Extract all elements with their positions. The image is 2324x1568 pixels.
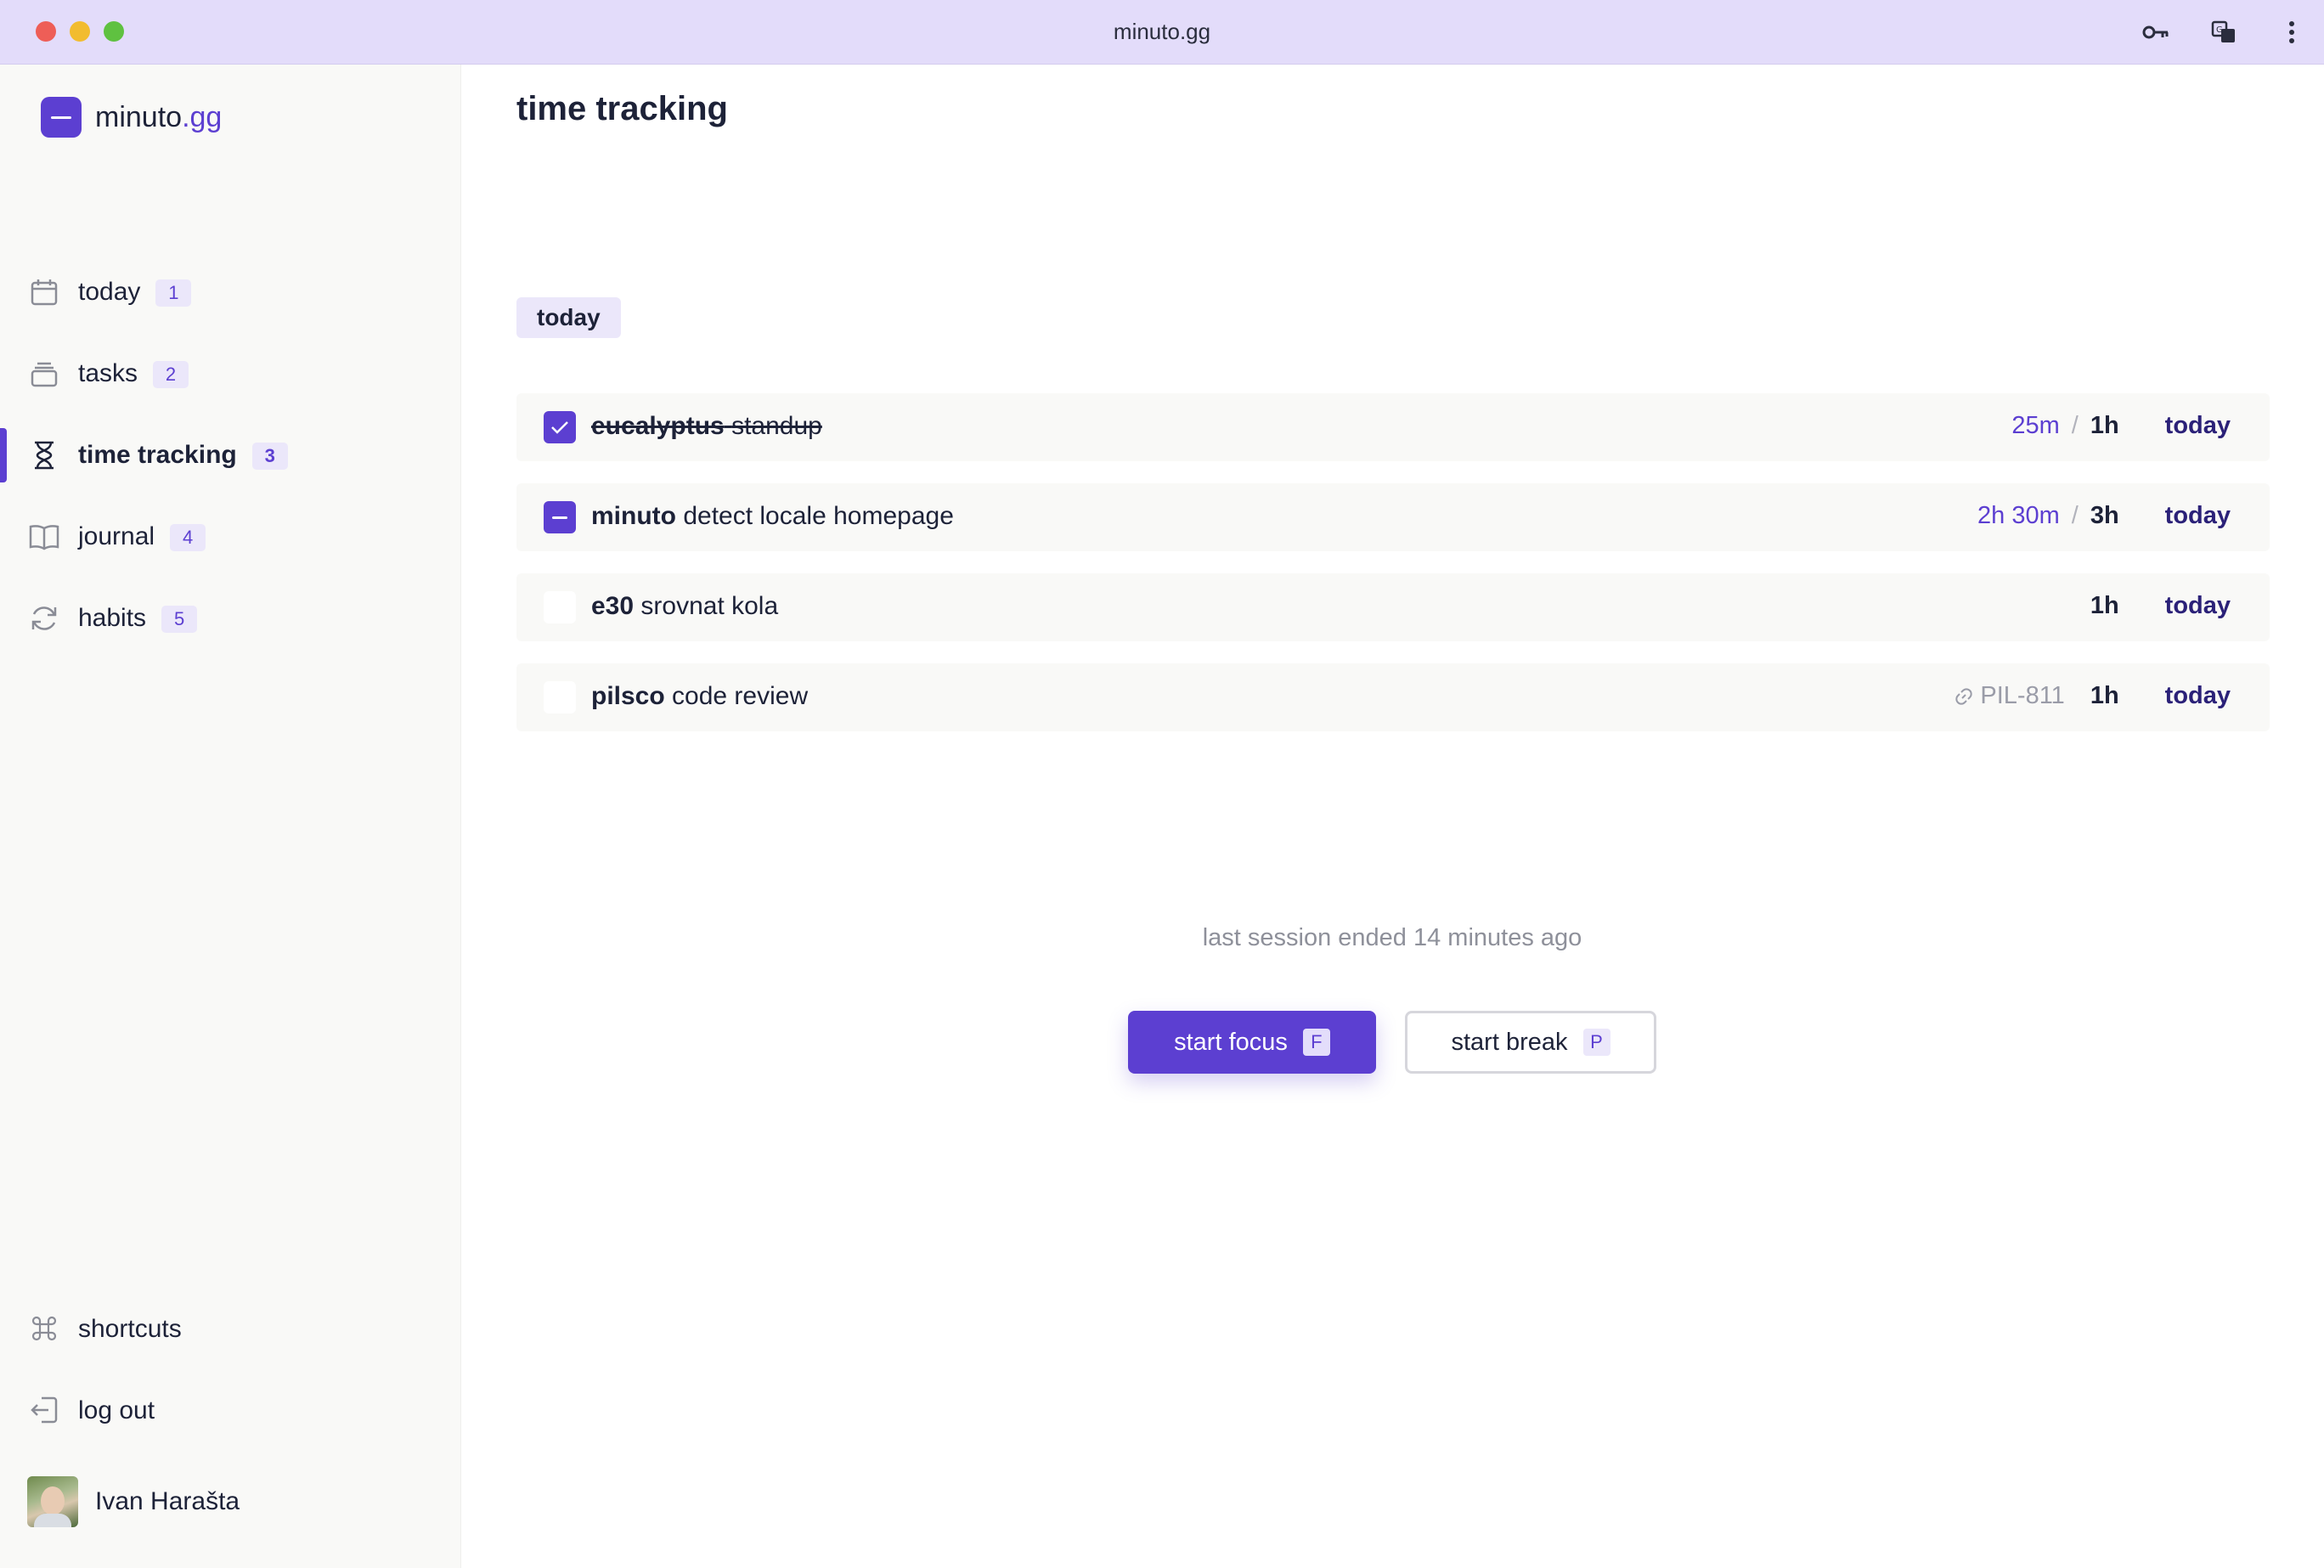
last-session-status: last session ended 14 minutes ago — [1202, 924, 1582, 951]
logout-link[interactable]: log out — [0, 1381, 460, 1441]
break-shortcut-key: P — [1582, 1029, 1610, 1056]
task-row[interactable]: e30 srovnat kola 1h today — [516, 573, 2270, 641]
sidebar-item-time-tracking[interactable]: time tracking 3 — [0, 421, 460, 489]
task-checkbox-in-progress[interactable] — [544, 501, 576, 533]
task-checkbox[interactable] — [544, 591, 576, 623]
sidebar-item-label: today — [78, 277, 141, 306]
time-estimate: 1h — [2090, 412, 2119, 439]
sidebar-item-label: tasks — [78, 358, 138, 387]
task-checkbox-done[interactable] — [544, 411, 576, 443]
logout-icon — [29, 1395, 59, 1425]
ticket-id: PIL-811 — [1980, 682, 2065, 709]
task-meta: 2h 30m / 3h today — [1977, 502, 2270, 530]
time-estimate: 1h — [2090, 592, 2119, 619]
task-project: eucalyptus — [591, 412, 725, 440]
time-separator: / — [2071, 502, 2079, 529]
time-estimate: 3h — [2090, 502, 2119, 529]
translate-icon[interactable]: G — [2208, 17, 2239, 48]
start-focus-button[interactable]: start focus F — [1128, 1011, 1376, 1074]
nav-badge: 3 — [251, 443, 288, 471]
command-icon — [29, 1313, 59, 1344]
time-estimate: 1h — [2090, 682, 2119, 709]
book-icon — [29, 520, 59, 554]
task-project: pilsco — [591, 682, 665, 710]
sidebar-item-label: time tracking — [78, 440, 237, 469]
task-due[interactable]: today — [2165, 412, 2231, 440]
calendar-icon — [29, 275, 59, 309]
page-title: time tracking — [516, 90, 728, 127]
brand-tld: .gg — [182, 100, 223, 133]
task-row[interactable]: pilsco code review PIL-811 1h today — [516, 663, 2270, 731]
sidebar: minuto .gg today 1 tasks 2 time tracking 3 j… — [0, 65, 461, 1568]
sidebar-item-today[interactable]: today 1 — [0, 258, 460, 326]
shortcuts-link[interactable]: shortcuts — [0, 1300, 460, 1359]
window-title: minuto.gg — [1113, 19, 1211, 44]
task-meta: 25m / 1h today — [2011, 412, 2270, 440]
task-name: standup — [731, 412, 822, 440]
task-due[interactable]: today — [2165, 592, 2231, 620]
nav-badge: 4 — [170, 524, 206, 552]
start-break-button[interactable]: start break P — [1405, 1011, 1656, 1074]
focus-shortcut-key: F — [1302, 1029, 1330, 1056]
task-title: eucalyptus standup — [591, 412, 822, 441]
task-name: code review — [672, 682, 809, 710]
link-icon — [1955, 687, 1973, 705]
user-name: Ivan Harašta — [95, 1487, 240, 1515]
task-due[interactable]: today — [2165, 682, 2231, 710]
task-name: srovnat kola — [640, 592, 779, 620]
task-title: minuto detect locale homepage — [591, 502, 954, 531]
start-focus-label: start focus — [1174, 1028, 1288, 1056]
nav-badge: 2 — [153, 361, 189, 389]
task-project: minuto — [591, 502, 676, 530]
task-row[interactable]: eucalyptus standup 25m / 1h today — [516, 393, 2270, 461]
task-title: pilsco code review — [591, 682, 808, 711]
time-spent: 25m — [2011, 412, 2060, 439]
ticket-link[interactable]: PIL-811 — [1955, 682, 2065, 710]
shortcuts-label: shortcuts — [78, 1315, 182, 1343]
more-vertical-icon[interactable] — [2276, 17, 2307, 48]
task-checkbox[interactable] — [544, 681, 576, 713]
svg-text:G: G — [2216, 25, 2223, 35]
task-title: e30 srovnat kola — [591, 592, 778, 621]
time-separator: / — [2071, 412, 2079, 439]
task-project: e30 — [591, 592, 635, 620]
task-meta: 1h today — [2090, 592, 2270, 620]
active-indicator — [0, 428, 7, 482]
sidebar-item-tasks[interactable]: tasks 2 — [0, 340, 460, 408]
hourglass-icon — [29, 438, 59, 472]
task-name: detect locale homepage — [683, 502, 954, 530]
brand-logo-icon — [41, 97, 82, 138]
sidebar-item-label: journal — [78, 522, 155, 550]
brand[interactable]: minuto .gg — [41, 97, 222, 138]
user-profile[interactable]: Ivan Harašta — [27, 1476, 240, 1527]
section-label-today: today — [516, 297, 621, 338]
window-titlebar: minuto.gg G — [0, 0, 2324, 65]
sidebar-item-label: habits — [78, 603, 147, 632]
logout-label: log out — [78, 1396, 155, 1424]
brand-name: minuto — [95, 100, 183, 133]
stack-icon — [29, 357, 59, 391]
start-break-label: start break — [1451, 1028, 1568, 1056]
task-due[interactable]: today — [2165, 502, 2231, 530]
time-spent: 2h 30m — [1977, 502, 2060, 529]
task-meta: PIL-811 1h today — [1955, 682, 2270, 710]
avatar — [27, 1476, 78, 1527]
task-row[interactable]: minuto detect locale homepage 2h 30m / 3… — [516, 483, 2270, 551]
check-icon — [551, 421, 568, 434]
key-icon[interactable] — [2141, 17, 2171, 48]
sidebar-item-habits[interactable]: habits 5 — [0, 584, 460, 652]
sidebar-item-journal[interactable]: journal 4 — [0, 503, 460, 571]
nav-badge: 1 — [155, 279, 192, 307]
nav-badge: 5 — [161, 606, 198, 634]
refresh-icon — [29, 601, 59, 635]
